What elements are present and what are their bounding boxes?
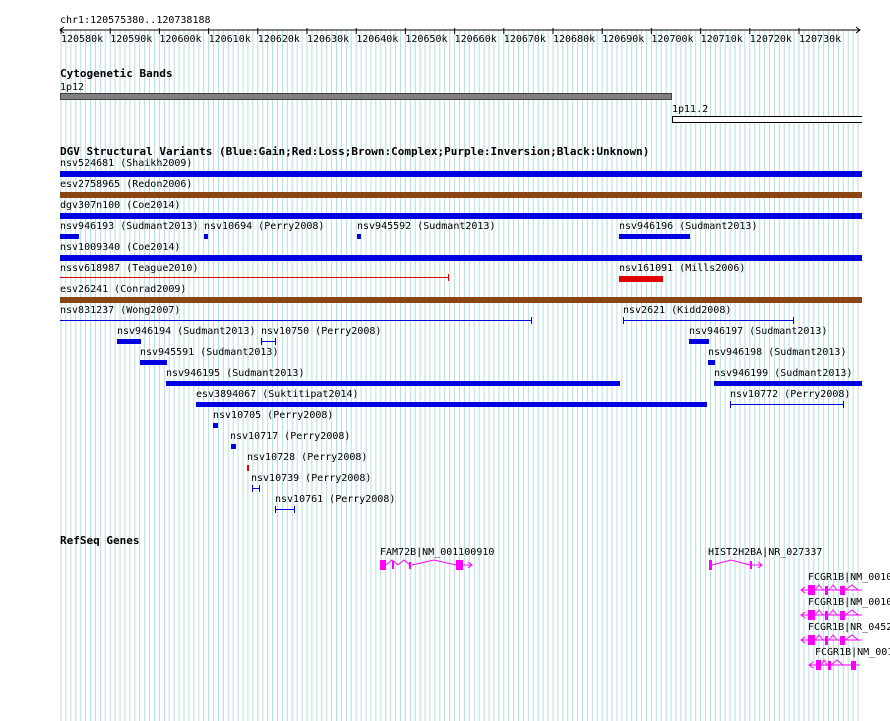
gene-model-fam72b[interactable] <box>378 557 478 573</box>
variant-label[interactable]: esv2758965 (Redon2006) <box>60 179 192 190</box>
variant-label[interactable]: nsv2621 (Kidd2008) <box>623 305 731 316</box>
variant-bar-gain[interactable] <box>623 320 794 321</box>
variant-label[interactable]: nsv161091 (Mills2006) <box>619 263 745 274</box>
variant-bar-end-tick <box>448 274 449 281</box>
variant-bar-loss[interactable] <box>60 277 449 278</box>
variant-bar-gain[interactable] <box>60 255 862 261</box>
variant-bar-gain[interactable] <box>714 381 862 386</box>
variant-bar-end-tick <box>294 506 295 513</box>
variant-bar-gain[interactable] <box>357 234 361 239</box>
variant-bar-gain[interactable] <box>60 171 862 177</box>
variant-bar-gain[interactable] <box>708 360 715 365</box>
variant-label[interactable]: nsv10772 (Perry2008) <box>730 389 850 400</box>
variant-label[interactable]: nsv946197 (Sudmant2013) <box>689 326 827 337</box>
gene-model-fcgr1b[interactable] <box>800 632 890 648</box>
cytoband-1p11-2[interactable] <box>672 116 862 123</box>
variant-bar-end-tick <box>531 317 532 324</box>
cytoband-track-title: Cytogenetic Bands <box>60 67 173 80</box>
variant-label[interactable]: nsv946193 (Sudmant2013) <box>60 221 198 232</box>
variant-bar-gain[interactable] <box>117 339 141 344</box>
variant-label[interactable]: esv26241 (Conrad2009) <box>60 284 186 295</box>
variant-bar-start-tick <box>730 401 731 408</box>
variant-label[interactable]: nsv10728 (Perry2008) <box>247 452 367 463</box>
variant-label[interactable]: nsv946199 (Sudmant2013) <box>714 368 852 379</box>
variant-label[interactable]: nsv10705 (Perry2008) <box>213 410 333 421</box>
variant-bar-gain[interactable] <box>730 404 844 405</box>
cytoband-label-1p12[interactable]: 1p12 <box>60 82 84 93</box>
variant-bar-complex[interactable] <box>60 192 862 198</box>
background-grid <box>60 30 859 721</box>
variant-bar-gain[interactable] <box>196 402 707 407</box>
variant-bar-end-tick <box>793 317 794 324</box>
gene-model-fcgr1b[interactable] <box>800 607 890 623</box>
variant-label[interactable]: dgv307n100 (Coe2014) <box>60 200 180 211</box>
variant-bar-gain[interactable] <box>60 320 532 321</box>
variant-label[interactable]: nsv10694 (Perry2008) <box>204 221 324 232</box>
variant-bar-gain[interactable] <box>213 423 218 428</box>
variant-bar-gain[interactable] <box>60 234 79 239</box>
variant-bar-gain[interactable] <box>261 341 276 342</box>
variant-bar-end-tick <box>259 485 260 492</box>
variant-label[interactable]: nsv10739 (Perry2008) <box>251 473 371 484</box>
variant-bar-gain[interactable] <box>231 444 236 449</box>
refseq-track-title: RefSeq Genes <box>60 534 140 547</box>
variant-bar-start-tick <box>261 338 262 345</box>
variant-bar-start-tick <box>275 506 276 513</box>
variant-bar-end-tick <box>843 401 844 408</box>
locus-label: chr1:120575380..120738188 <box>60 15 211 26</box>
variant-bar-gain[interactable] <box>689 339 709 344</box>
variant-bar-end-tick <box>275 338 276 345</box>
cytoband-1p12[interactable] <box>60 93 672 100</box>
variant-bar-complex[interactable] <box>60 297 862 303</box>
variant-label[interactable]: nsv945592 (Sudmant2013) <box>357 221 495 232</box>
variant-label[interactable]: nsv946195 (Sudmant2013) <box>166 368 304 379</box>
variant-label[interactable]: nsv945591 (Sudmant2013) <box>140 347 278 358</box>
variant-label[interactable]: esv3894067 (Suktitipat2014) <box>196 389 359 400</box>
variant-bar-gain[interactable] <box>166 381 620 386</box>
variant-bar-gain[interactable] <box>140 360 167 365</box>
gene-model-fcgr1b[interactable] <box>800 582 890 598</box>
ruler-tick-marks <box>60 28 800 34</box>
dgv-track-title: DGV Structural Variants (Blue:Gain;Red:L… <box>60 145 650 158</box>
variant-bar-gain[interactable] <box>204 234 208 239</box>
variant-bar-gain[interactable] <box>275 509 295 510</box>
cytoband-label-1p11-2[interactable]: 1p11.2 <box>672 104 708 115</box>
variant-bar-start-tick <box>252 485 253 492</box>
gene-model-hist2h2ba[interactable] <box>706 557 766 573</box>
variant-label[interactable]: nsv10750 (Perry2008) <box>261 326 381 337</box>
variant-label[interactable]: nsv524681 (Shaikh2009) <box>60 158 192 169</box>
variant-bar-start-tick <box>623 317 624 324</box>
variant-bar-loss[interactable] <box>247 465 249 471</box>
variant-label[interactable]: nsv1009340 (Coe2014) <box>60 242 180 253</box>
variant-label[interactable]: nsv831237 (Wong2007) <box>60 305 180 316</box>
variant-label[interactable]: nsv946196 (Sudmant2013) <box>619 221 757 232</box>
gene-model-fcgr1b[interactable] <box>808 657 890 673</box>
variant-label[interactable]: nsv946198 (Sudmant2013) <box>708 347 846 358</box>
variant-bar-gain[interactable] <box>619 234 690 239</box>
variant-label[interactable]: nssv618987 (Teague2010) <box>60 263 198 274</box>
variant-label[interactable]: nsv10717 (Perry2008) <box>230 431 350 442</box>
variant-bar-loss[interactable] <box>619 276 663 282</box>
variant-bar-gain[interactable] <box>60 213 862 219</box>
variant-label[interactable]: nsv10761 (Perry2008) <box>275 494 395 505</box>
variant-label[interactable]: nsv946194 (Sudmant2013) <box>117 326 255 337</box>
